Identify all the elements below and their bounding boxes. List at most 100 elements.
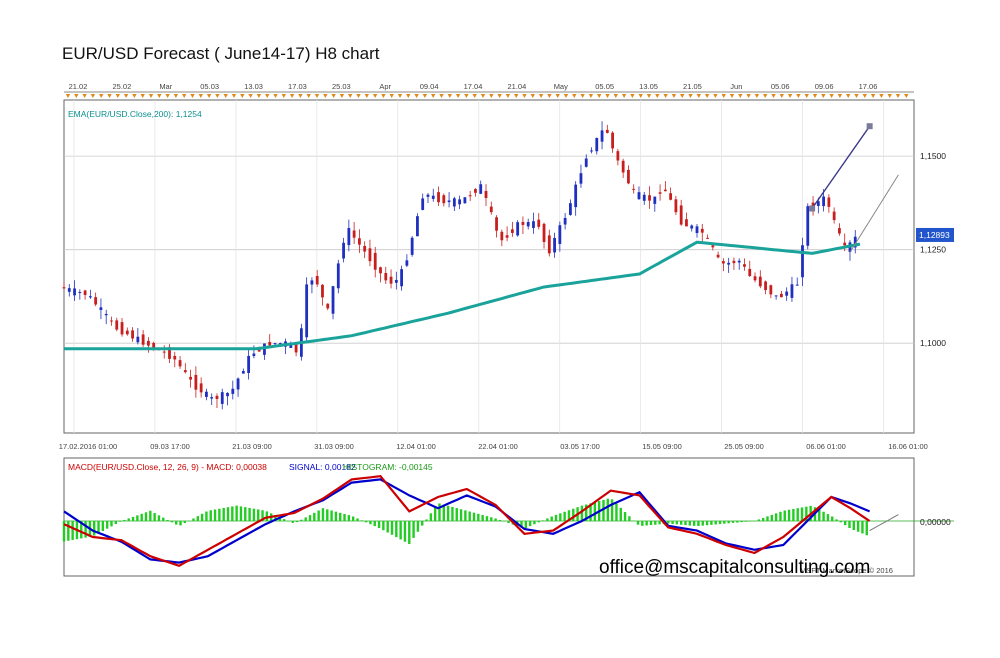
candle-up: [99, 307, 103, 310]
candle-up: [331, 286, 335, 314]
top-date-marker: [530, 94, 535, 98]
histogram-bar: [386, 521, 389, 533]
top-date-marker: [231, 94, 237, 98]
candle-down: [764, 281, 767, 291]
candle-up: [653, 196, 657, 204]
histogram-bar: [524, 521, 528, 529]
histogram-bar: [843, 521, 847, 526]
candle-down: [368, 248, 372, 262]
histogram-bar: [796, 508, 799, 521]
histogram-bar: [226, 507, 230, 521]
price-y-tick-label: 1,1250: [920, 245, 946, 255]
candle-down: [632, 188, 636, 190]
top-date-marker: [771, 94, 776, 98]
histogram-bar: [131, 516, 135, 521]
candle-up: [795, 284, 799, 286]
histogram-bar: [399, 521, 402, 540]
top-date-marker: [240, 94, 245, 98]
histogram-bar: [67, 521, 70, 541]
candle-down: [658, 192, 662, 194]
histogram-bar: [503, 521, 506, 522]
top-date-marker: [713, 94, 718, 98]
top-date-marker: [431, 94, 436, 98]
top-date-marker: [829, 94, 834, 98]
top-date-marker: [688, 94, 693, 98]
candle-down: [827, 197, 831, 207]
top-date-marker: [447, 94, 452, 98]
histogram-bar: [835, 519, 838, 521]
top-date-marker: [182, 94, 187, 98]
histogram-bar: [446, 505, 450, 521]
candle-up: [458, 199, 462, 205]
histogram-bar: [209, 510, 212, 521]
candle-up: [452, 198, 456, 207]
candle-up: [642, 194, 646, 201]
candle-down: [83, 290, 87, 295]
histogram-bar: [649, 521, 653, 526]
histogram-bar: [395, 521, 398, 538]
candle-up: [210, 397, 214, 399]
candle-down: [120, 322, 124, 335]
top-date-marker: [671, 94, 677, 98]
histogram-bar: [144, 512, 148, 521]
bottom-date-label: 22.04 01:00: [478, 442, 518, 451]
contact-email[interactable]: office@mscapitalconsulting.com: [599, 557, 870, 578]
top-date-marker: [65, 94, 71, 98]
top-date-marker: [464, 94, 469, 98]
candle-up: [574, 184, 578, 208]
histogram-bar: [291, 521, 294, 523]
histogram-bar: [196, 516, 199, 521]
top-date-marker: [538, 94, 544, 98]
top-date-marker: [704, 94, 710, 98]
top-date-marker: [289, 94, 295, 98]
histogram-bar: [688, 521, 692, 526]
candle-up: [790, 284, 794, 298]
candle-down: [627, 169, 630, 184]
histogram-bar: [455, 508, 458, 521]
histogram-bar: [179, 521, 182, 526]
histogram-bar: [852, 521, 856, 531]
candle-down: [706, 237, 709, 239]
histogram-bar: [563, 511, 566, 521]
candle-up: [342, 242, 345, 259]
histogram-bar: [658, 521, 661, 525]
candle-down: [758, 276, 762, 287]
top-date-marker: [738, 94, 743, 98]
top-date-marker: [339, 94, 345, 98]
top-date-marker: [812, 94, 818, 98]
top-date-marker: [729, 94, 735, 98]
candle-up: [73, 288, 76, 296]
top-date-label: 21.05: [683, 82, 702, 91]
histogram-bar: [490, 517, 493, 521]
histogram-bar: [377, 521, 381, 529]
candle-up: [236, 378, 240, 390]
candle-up: [600, 130, 604, 142]
histogram-bar: [71, 521, 74, 540]
histogram-bar: [300, 519, 303, 521]
candle-down: [115, 320, 119, 330]
histogram-bar: [494, 518, 497, 521]
histogram-bar: [610, 499, 614, 521]
candle-down: [753, 276, 757, 281]
histogram-bar: [408, 521, 411, 545]
candle-down: [468, 195, 472, 197]
histogram-bar: [736, 521, 739, 523]
candle-up: [231, 388, 235, 394]
candle-up: [205, 391, 208, 397]
top-date-marker: [655, 94, 660, 98]
candle-down: [215, 395, 219, 400]
candle-up: [400, 269, 403, 287]
top-date-marker: [215, 94, 220, 98]
candle-down: [605, 129, 609, 133]
top-date-marker: [763, 94, 768, 98]
price-y-tick-label: 1,1500: [920, 151, 946, 161]
histogram-bar: [326, 509, 329, 521]
top-date-marker: [439, 94, 444, 98]
histogram-bar: [265, 511, 269, 521]
histogram-bar: [861, 521, 864, 534]
candle-down: [110, 320, 113, 322]
top-date-marker: [754, 94, 760, 98]
candle-up: [136, 336, 140, 343]
histogram-bar: [679, 521, 683, 525]
histogram-bar: [606, 498, 610, 521]
